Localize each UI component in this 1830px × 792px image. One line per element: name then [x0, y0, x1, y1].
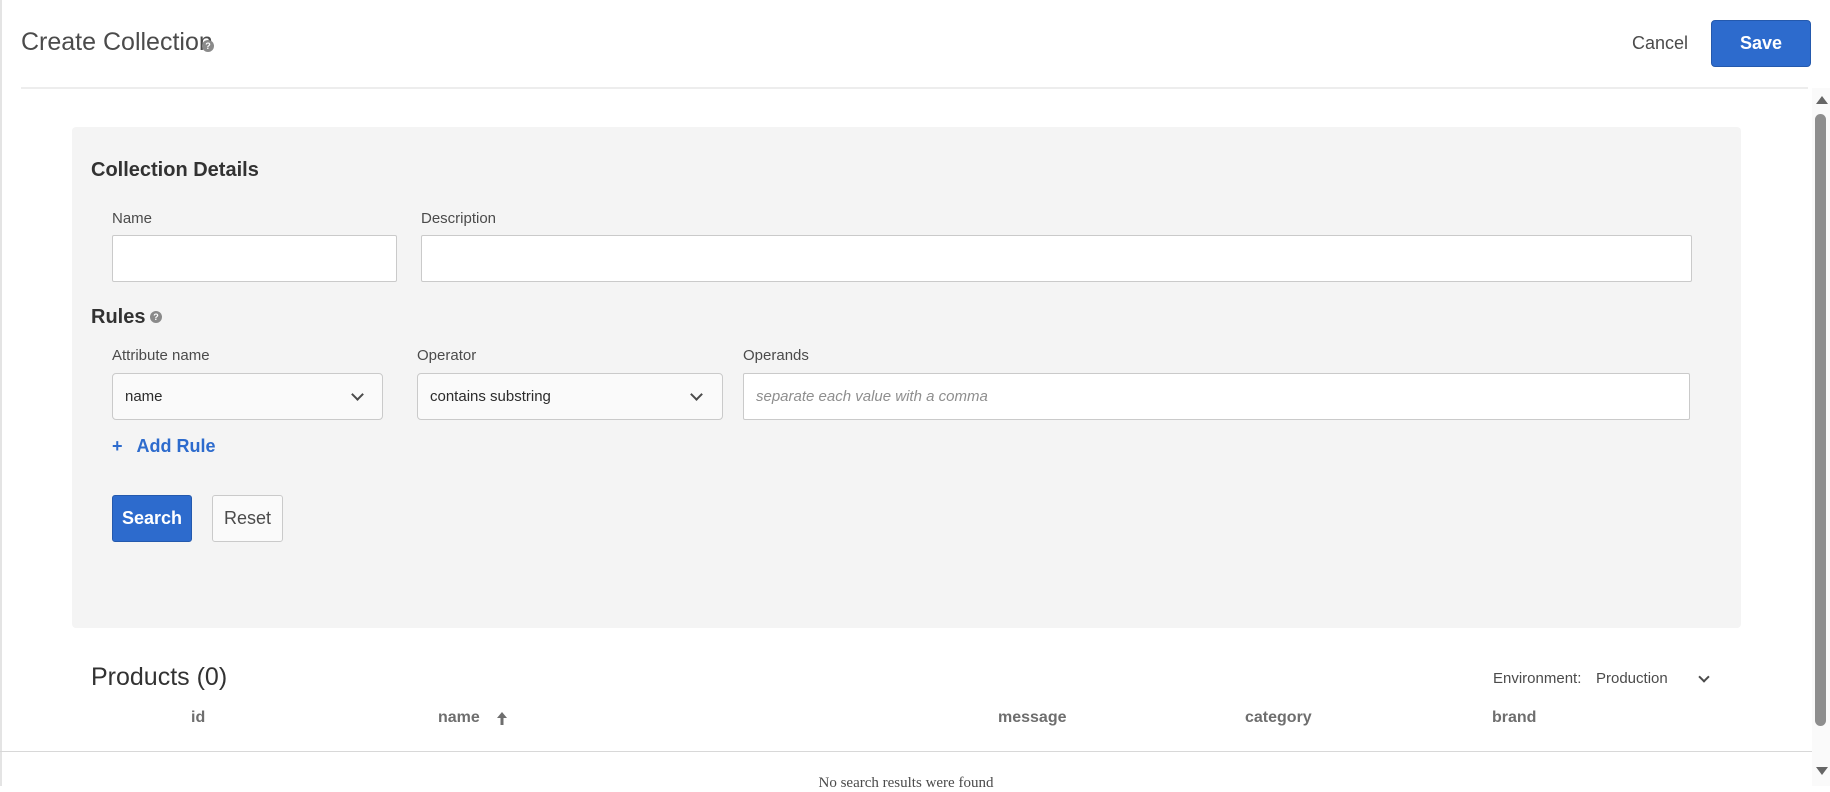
save-button[interactable]: Save — [1711, 20, 1811, 67]
scroll-up-arrow-icon[interactable] — [1816, 96, 1828, 104]
reset-button[interactable]: Reset — [212, 495, 283, 542]
description-label: Description — [421, 210, 497, 227]
chevron-down-icon — [1698, 671, 1710, 683]
empty-results-message: No search results were found — [818, 775, 994, 791]
column-header-category[interactable]: category — [1245, 709, 1312, 727]
attribute-name-select[interactable]: name — [112, 373, 383, 420]
cancel-button[interactable]: Cancel — [1620, 28, 1700, 58]
attribute-name-value: name — [125, 388, 163, 405]
search-button[interactable]: Search — [112, 495, 192, 542]
column-header-id[interactable]: id — [191, 709, 205, 727]
rules-help-icon[interactable]: ? — [150, 311, 162, 323]
operator-select[interactable]: contains substring — [417, 373, 723, 420]
column-header-name[interactable]: name — [438, 709, 480, 727]
scroll-down-arrow-icon[interactable] — [1816, 767, 1828, 775]
environment-label: Environment: — [1493, 670, 1582, 687]
collection-details-title: Collection Details — [91, 159, 259, 181]
name-label: Name — [112, 210, 153, 227]
operands-input[interactable] — [743, 373, 1690, 420]
scrollbar-thumb[interactable] — [1815, 114, 1826, 726]
window-left-edge — [0, 0, 2, 786]
chevron-down-icon — [351, 388, 364, 401]
add-rule-button[interactable]: + Add Rule — [112, 436, 216, 457]
header-divider — [21, 87, 1808, 89]
column-header-message[interactable]: message — [998, 709, 1067, 727]
page-title: Create Collection — [21, 28, 213, 56]
chevron-down-icon — [690, 388, 703, 401]
table-divider — [0, 751, 1812, 752]
plus-icon: + — [112, 436, 123, 456]
products-title: Products (0) — [91, 663, 228, 691]
environment-value: Production — [1596, 670, 1668, 687]
add-rule-label: Add Rule — [136, 436, 216, 456]
operator-label: Operator — [417, 347, 477, 364]
operands-label: Operands — [743, 347, 809, 364]
sort-ascending-icon[interactable] — [496, 711, 508, 727]
description-input[interactable] — [421, 235, 1692, 282]
column-header-brand[interactable]: brand — [1492, 709, 1536, 727]
attribute-name-label: Attribute name — [112, 347, 210, 364]
rules-title: Rules — [91, 306, 146, 328]
environment-select[interactable]: Production — [1596, 670, 1710, 687]
operator-value: contains substring — [430, 388, 551, 405]
help-icon[interactable]: ? — [202, 40, 214, 52]
name-input[interactable] — [112, 235, 397, 282]
dialog-header: Create Collection ? Cancel Save — [0, 0, 1811, 88]
